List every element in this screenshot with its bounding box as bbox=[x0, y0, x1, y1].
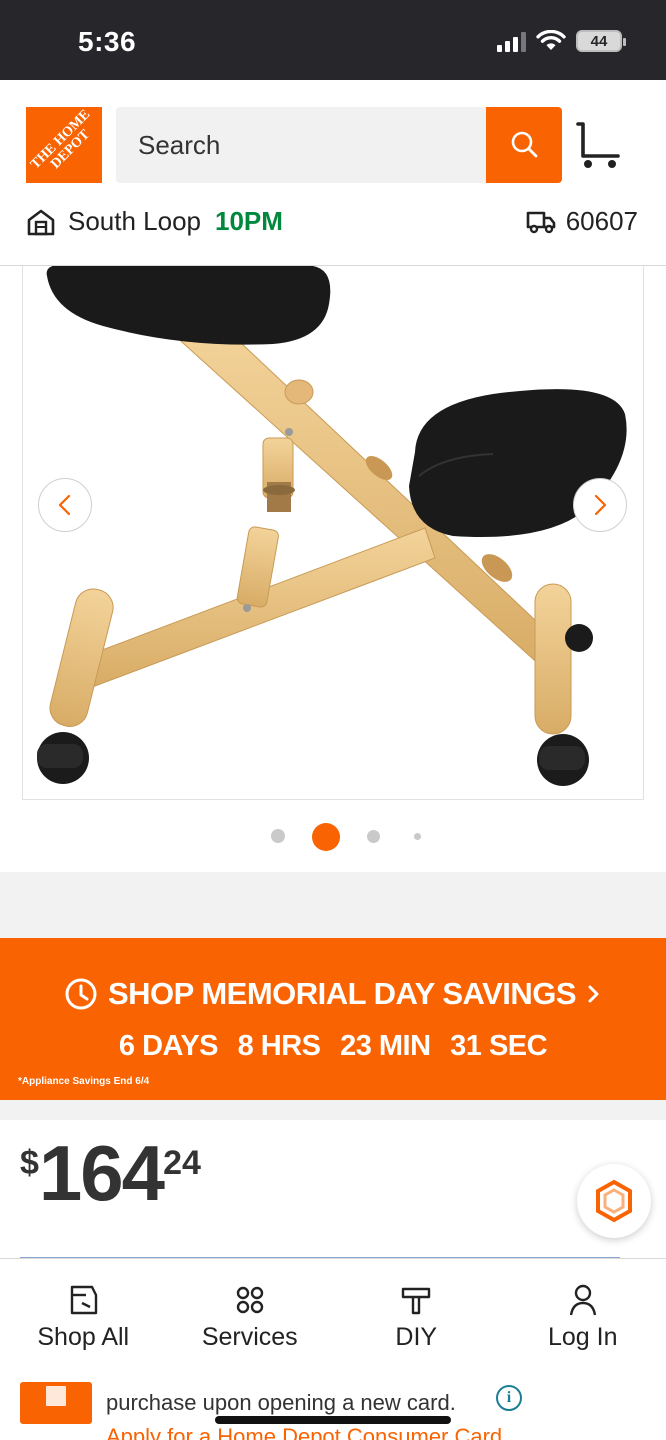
product-price: $ 164 24 bbox=[20, 1134, 201, 1212]
nav-label: Log In bbox=[547, 1323, 618, 1351]
nav-log-in[interactable]: Log In bbox=[500, 1259, 666, 1368]
chevron-right-icon bbox=[588, 985, 599, 1003]
promo-countdown: 6 DAYS 8 HRS 23 MIN 31 SEC bbox=[0, 1030, 666, 1063]
delivery-zip-selector[interactable]: 60607 bbox=[526, 206, 638, 237]
site-header: THE HOME DEPOT South Loop 10PM 60607 bbox=[0, 80, 666, 266]
price-section: $ 164 24 bbox=[0, 1120, 666, 1260]
user-icon bbox=[569, 1284, 596, 1316]
services-icon bbox=[236, 1286, 263, 1314]
price-whole: 164 bbox=[38, 1129, 165, 1217]
product-image[interactable] bbox=[22, 266, 644, 800]
store-name: South Loop bbox=[68, 206, 202, 236]
search-icon bbox=[511, 131, 538, 158]
next-image-button[interactable] bbox=[573, 478, 627, 532]
credit-card-offer: purchase upon opening a new card. i Appl… bbox=[0, 1368, 666, 1440]
nav-shop-all[interactable]: Shop All bbox=[0, 1259, 167, 1368]
nav-label: Services bbox=[201, 1323, 298, 1351]
store-icon bbox=[27, 209, 55, 235]
promo-title: SHOP MEMORIAL DAY SAVINGS bbox=[107, 976, 577, 1011]
carousel-dot[interactable] bbox=[271, 829, 285, 843]
countdown-minutes: 23 MIN bbox=[340, 1030, 431, 1062]
product-image-gallery bbox=[0, 266, 666, 872]
nav-services[interactable]: Services bbox=[167, 1259, 334, 1368]
promo-footnote: *Appliance Savings End 6/4 bbox=[18, 1076, 150, 1087]
kneeling-chair-image bbox=[37, 266, 627, 786]
carousel-dot[interactable] bbox=[414, 833, 421, 840]
chevron-right-icon bbox=[594, 494, 607, 516]
status-icons: 44 bbox=[497, 30, 626, 52]
cellular-signal-icon bbox=[497, 30, 526, 52]
card-offer-text: purchase upon opening a new card. bbox=[106, 1390, 456, 1415]
store-hours: 10PM bbox=[215, 206, 283, 236]
status-time: 5:36 bbox=[78, 26, 137, 57]
price-currency: $ bbox=[20, 1144, 39, 1182]
memorial-day-promo-banner[interactable]: SHOP MEMORIAL DAY SAVINGS 6 DAYS 8 HRS 2… bbox=[0, 938, 666, 1100]
delivery-truck-icon bbox=[526, 211, 555, 233]
chevron-left-icon bbox=[58, 494, 71, 516]
store-selector[interactable]: South Loop 10PM bbox=[26, 206, 283, 237]
promo-title-row[interactable]: SHOP MEMORIAL DAY SAVINGS bbox=[0, 976, 666, 1012]
logo-text: THE HOME DEPOT bbox=[28, 107, 94, 173]
countdown-seconds: 31 SEC bbox=[450, 1030, 548, 1062]
home-indicator bbox=[215, 1416, 451, 1424]
apply-card-link[interactable]: Apply for a Home Depot Consumer Card bbox=[106, 1424, 502, 1440]
bottom-navigation: Shop All Services DIY Log In bbox=[0, 1258, 666, 1368]
search-box bbox=[116, 107, 488, 183]
battery-indicator: 44 bbox=[576, 30, 626, 52]
assistant-hexagon-icon bbox=[596, 1179, 632, 1223]
search-input[interactable] bbox=[138, 107, 478, 183]
nav-label: DIY bbox=[395, 1323, 438, 1351]
credit-card-image bbox=[20, 1382, 92, 1424]
wifi-icon bbox=[536, 30, 566, 50]
carousel-dot-active[interactable] bbox=[312, 823, 340, 851]
status-bar: 5:36 44 bbox=[0, 0, 666, 80]
home-depot-logo[interactable]: THE HOME DEPOT bbox=[26, 107, 102, 183]
price-cents: 24 bbox=[163, 1144, 201, 1182]
zip-code: 60607 bbox=[565, 206, 638, 236]
countdown-days: 6 DAYS bbox=[118, 1030, 219, 1062]
cart-icon[interactable] bbox=[574, 120, 622, 170]
chat-assistant-button[interactable] bbox=[577, 1164, 651, 1238]
shop-all-icon bbox=[71, 1285, 98, 1315]
carousel-dots bbox=[0, 821, 666, 851]
clock-icon bbox=[65, 978, 97, 1010]
nav-label: Shop All bbox=[37, 1323, 130, 1351]
diy-icon bbox=[402, 1287, 431, 1315]
previous-image-button[interactable] bbox=[38, 478, 92, 532]
carousel-dot[interactable] bbox=[367, 830, 380, 843]
info-icon[interactable]: i bbox=[496, 1385, 522, 1411]
card-logo bbox=[46, 1386, 66, 1406]
countdown-hours: 8 HRS bbox=[237, 1030, 321, 1062]
nav-diy[interactable]: DIY bbox=[333, 1259, 500, 1368]
search-button[interactable] bbox=[486, 107, 562, 183]
